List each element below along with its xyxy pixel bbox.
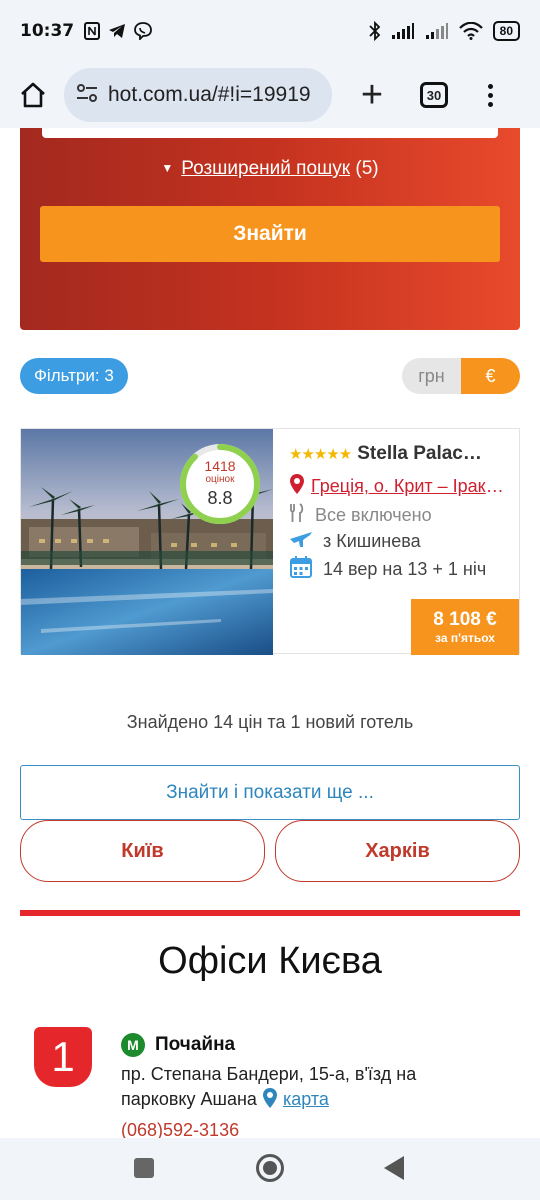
home-circle-icon[interactable] [256,1154,284,1182]
filters-button[interactable]: Фільтри: 3 [20,358,128,394]
status-bar: 10:37 80 [0,0,540,62]
hotel-meal: Все включено [315,505,432,525]
system-nav-bar [0,1138,540,1200]
back-icon[interactable] [384,1156,404,1180]
advanced-search-link[interactable]: Розширений пошук [181,158,350,179]
signal2-icon [425,22,449,40]
office-address: пр. Степана Бандери, 15-а, в'їзд на парк… [121,1062,491,1112]
hotel-location-link[interactable]: Греція, о. Крит – Іракліон [311,476,505,497]
results-summary: Знайдено 14 цін та 1 новий готель [126,712,414,732]
utensils-icon [289,503,305,528]
section-divider [20,910,520,916]
offices-title: Офіси Києва [158,940,382,982]
calendar-icon [289,555,313,584]
hotel-info: ★★★★★ Stella Palac… Греція, о. Крит – Ір… [287,429,519,655]
url-bar[interactable]: hot.com.ua/#!i=19919 [64,68,332,122]
browser-toolbar: hot.com.ua/#!i=19919 + 30 [0,62,540,128]
currency-switch: грн € [402,358,520,394]
signal-icon [391,22,415,40]
show-more-button[interactable]: Знайти і показати ще ... [20,765,520,820]
hotel-departure: з Кишинева [323,531,421,551]
telegram-icon [108,23,126,39]
hotel-stars: ★★★★★ [289,446,352,463]
city-kharkiv-button[interactable]: Харків [275,820,520,882]
status-time: 10:37 [20,21,75,41]
more-menu-icon[interactable] [488,83,493,107]
bluetooth-icon [369,21,381,41]
wifi-icon [458,22,483,40]
tab-switcher-button[interactable]: 30 [420,82,448,108]
url-text: hot.com.ua/#!i=19919 [108,83,311,106]
rating-count: 1418 [204,457,236,474]
office-phone[interactable]: (068)592-3136 [121,1120,239,1140]
rating-score: 8.8 [207,487,233,508]
search-input-bottom[interactable] [42,128,498,138]
office-metro: М Почайна [121,1033,235,1057]
caret-down-icon: ▼ [161,161,174,175]
hotel-photo[interactable]: 1418 оцінок 8.8 [21,429,273,655]
metro-station-name: Почайна [155,1034,236,1055]
price-subtitle: за п'ятьох [435,631,495,645]
battery-indicator: 80 [492,21,520,41]
site-settings-icon[interactable] [76,83,98,108]
search-panel: ▼ Розширений пошук (5) Знайти [20,128,520,330]
new-tab-icon[interactable]: + [352,75,392,115]
hotel-card[interactable]: 1418 оцінок 8.8 ★★★★★ Stella Palac… Грец… [20,428,520,655]
recents-icon[interactable] [134,1158,154,1178]
advanced-search-toggle[interactable]: ▼ Розширений пошук (5) [20,158,520,180]
map-pin-icon [262,1088,283,1109]
viber-icon [134,22,153,40]
location-pin-icon [289,473,305,500]
home-icon[interactable] [12,74,54,116]
rating-label: оцінок [205,473,235,485]
map-link[interactable]: карта [283,1089,329,1109]
hotel-name[interactable]: Stella Palac… [357,443,482,465]
hotel-dates: 14 вер на 13 + 1 ніч [323,559,487,579]
currency-uah-option[interactable]: грн [402,358,461,394]
nfc-icon [84,22,101,40]
office-number-badge: 1 [34,1027,92,1087]
find-button[interactable]: Знайти [40,206,500,262]
price-button[interactable]: 8 108 € за п'ятьох [411,599,519,655]
metro-icon: М [121,1033,145,1057]
plane-icon [289,529,313,554]
city-kyiv-button[interactable]: Київ [20,820,265,882]
advanced-search-count: (5) [355,158,379,179]
price-value: 8 108 € [433,609,497,630]
rating-badge: 1418 оцінок 8.8 [178,442,262,526]
currency-eur-option[interactable]: € [461,358,520,394]
